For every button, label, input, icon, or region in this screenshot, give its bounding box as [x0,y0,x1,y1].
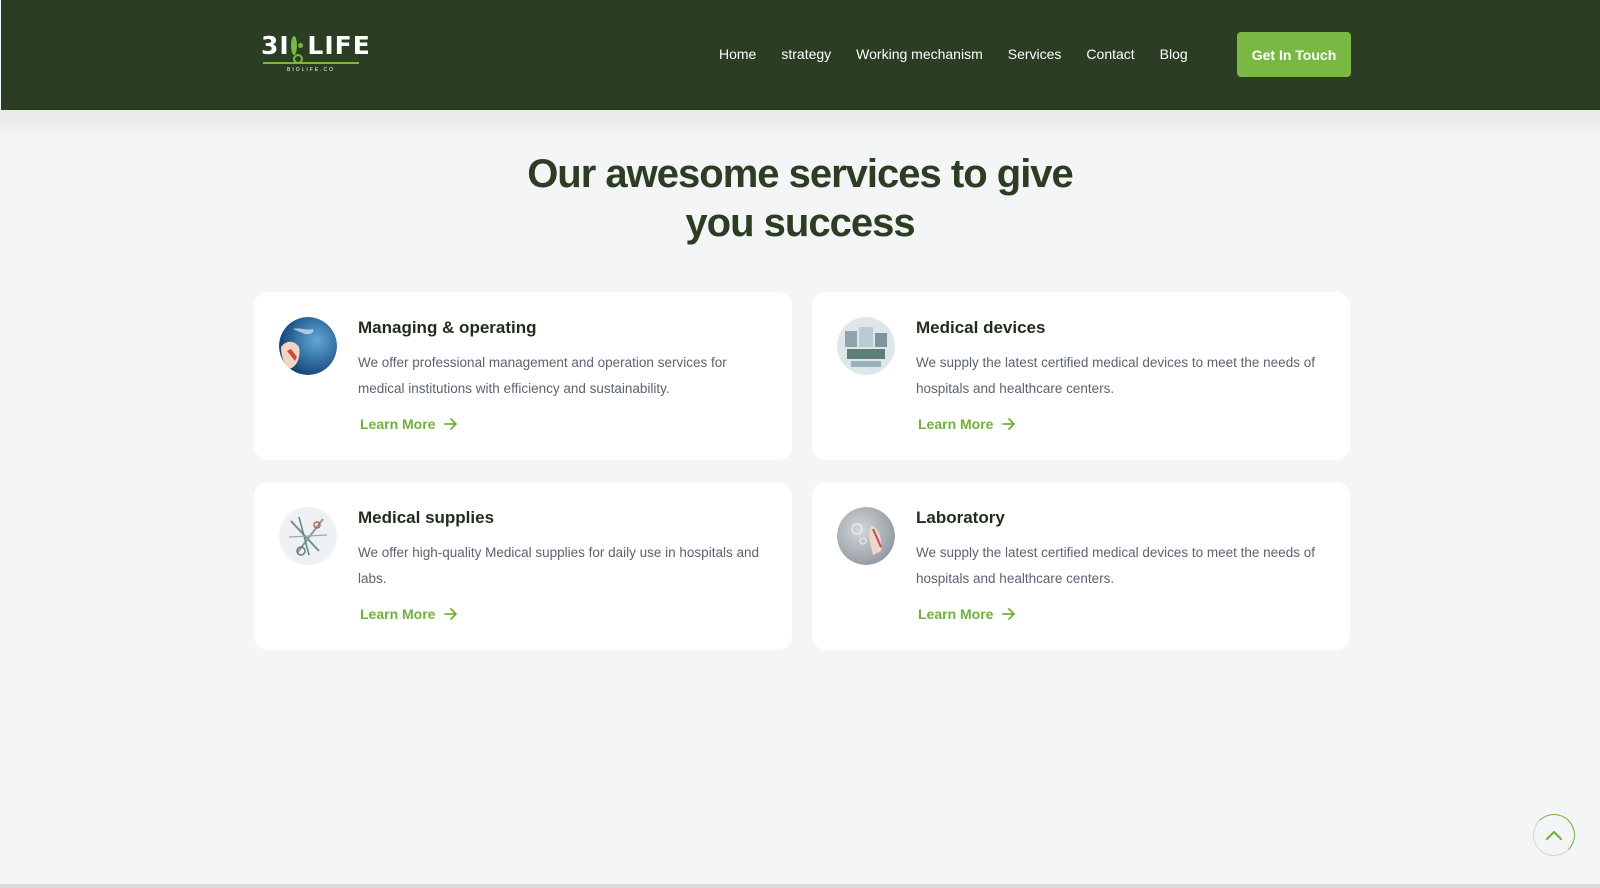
nav-blog[interactable]: Blog [1160,44,1188,64]
learn-more-link[interactable]: Learn More [918,416,1016,432]
learn-more-link[interactable]: Learn More [360,606,458,622]
card-title: Medical devices [916,318,1046,337]
learn-more-label: Learn More [918,606,994,622]
service-card-supplies: Medical supplies We offer high-quality M… [254,482,792,650]
service-card-laboratory: Laboratory We supply the latest certifie… [812,482,1350,650]
nav-home[interactable]: Home [719,44,756,64]
heading-line-1: Our awesome services to give [527,152,1074,196]
brand-logo[interactable]: 3I LIFE BIOLIFE.CO [261,31,371,75]
arrow-right-icon [1002,418,1016,430]
logo-arabic-mark [263,54,359,64]
get-in-touch-button[interactable]: Get In Touch [1237,32,1351,77]
learn-more-label: Learn More [360,416,436,432]
arrow-right-icon [1002,608,1016,620]
page-bottom-edge [0,884,1600,888]
service-card-managing: Managing & operating We offer profession… [254,292,792,460]
learn-more-link[interactable]: Learn More [360,416,458,432]
card-description: We offer high-quality Medical supplies f… [358,545,759,586]
nav-services[interactable]: Services [1008,44,1062,64]
card-description: We supply the latest certified medical d… [916,545,1315,586]
chevron-up-icon [1546,831,1562,840]
card-title: Medical supplies [358,508,495,527]
nav-working-mechanism[interactable]: Working mechanism [856,44,983,64]
learn-more-label: Learn More [918,416,994,432]
logo-wordmark: 3I LIFE [261,31,371,60]
section-heading: Our awesome services to give you success [500,150,1100,248]
globe-hand-image [279,317,337,375]
card-title: Managing & operating [358,318,537,337]
learn-more-label: Learn More [360,606,436,622]
learn-more-link[interactable]: Learn More [918,606,1016,622]
nav-strategy[interactable]: strategy [781,44,831,64]
card-description: We offer professional management and ope… [358,355,727,396]
medical-equipment-image [837,317,895,375]
card-description: We supply the latest certified medical d… [916,355,1315,396]
card-title: Laboratory [916,508,1005,527]
scroll-to-top-button[interactable] [1533,814,1575,856]
heading-line-2: you success [685,201,915,245]
surgical-tools-image [279,507,337,565]
main-nav: Home strategy Working mechanism Services… [719,44,1213,64]
arrow-right-icon [444,418,458,430]
lab-hand-image [837,507,895,565]
arrow-right-icon [444,608,458,620]
header-shadow [0,110,1600,140]
nav-contact[interactable]: Contact [1086,44,1134,64]
logo-domain: BIOLIFE.CO [287,67,336,73]
site-header: 3I LIFE BIOLIFE.CO Home strategy Working… [1,0,1600,110]
service-card-devices: Medical devices We supply the latest cer… [812,292,1350,460]
